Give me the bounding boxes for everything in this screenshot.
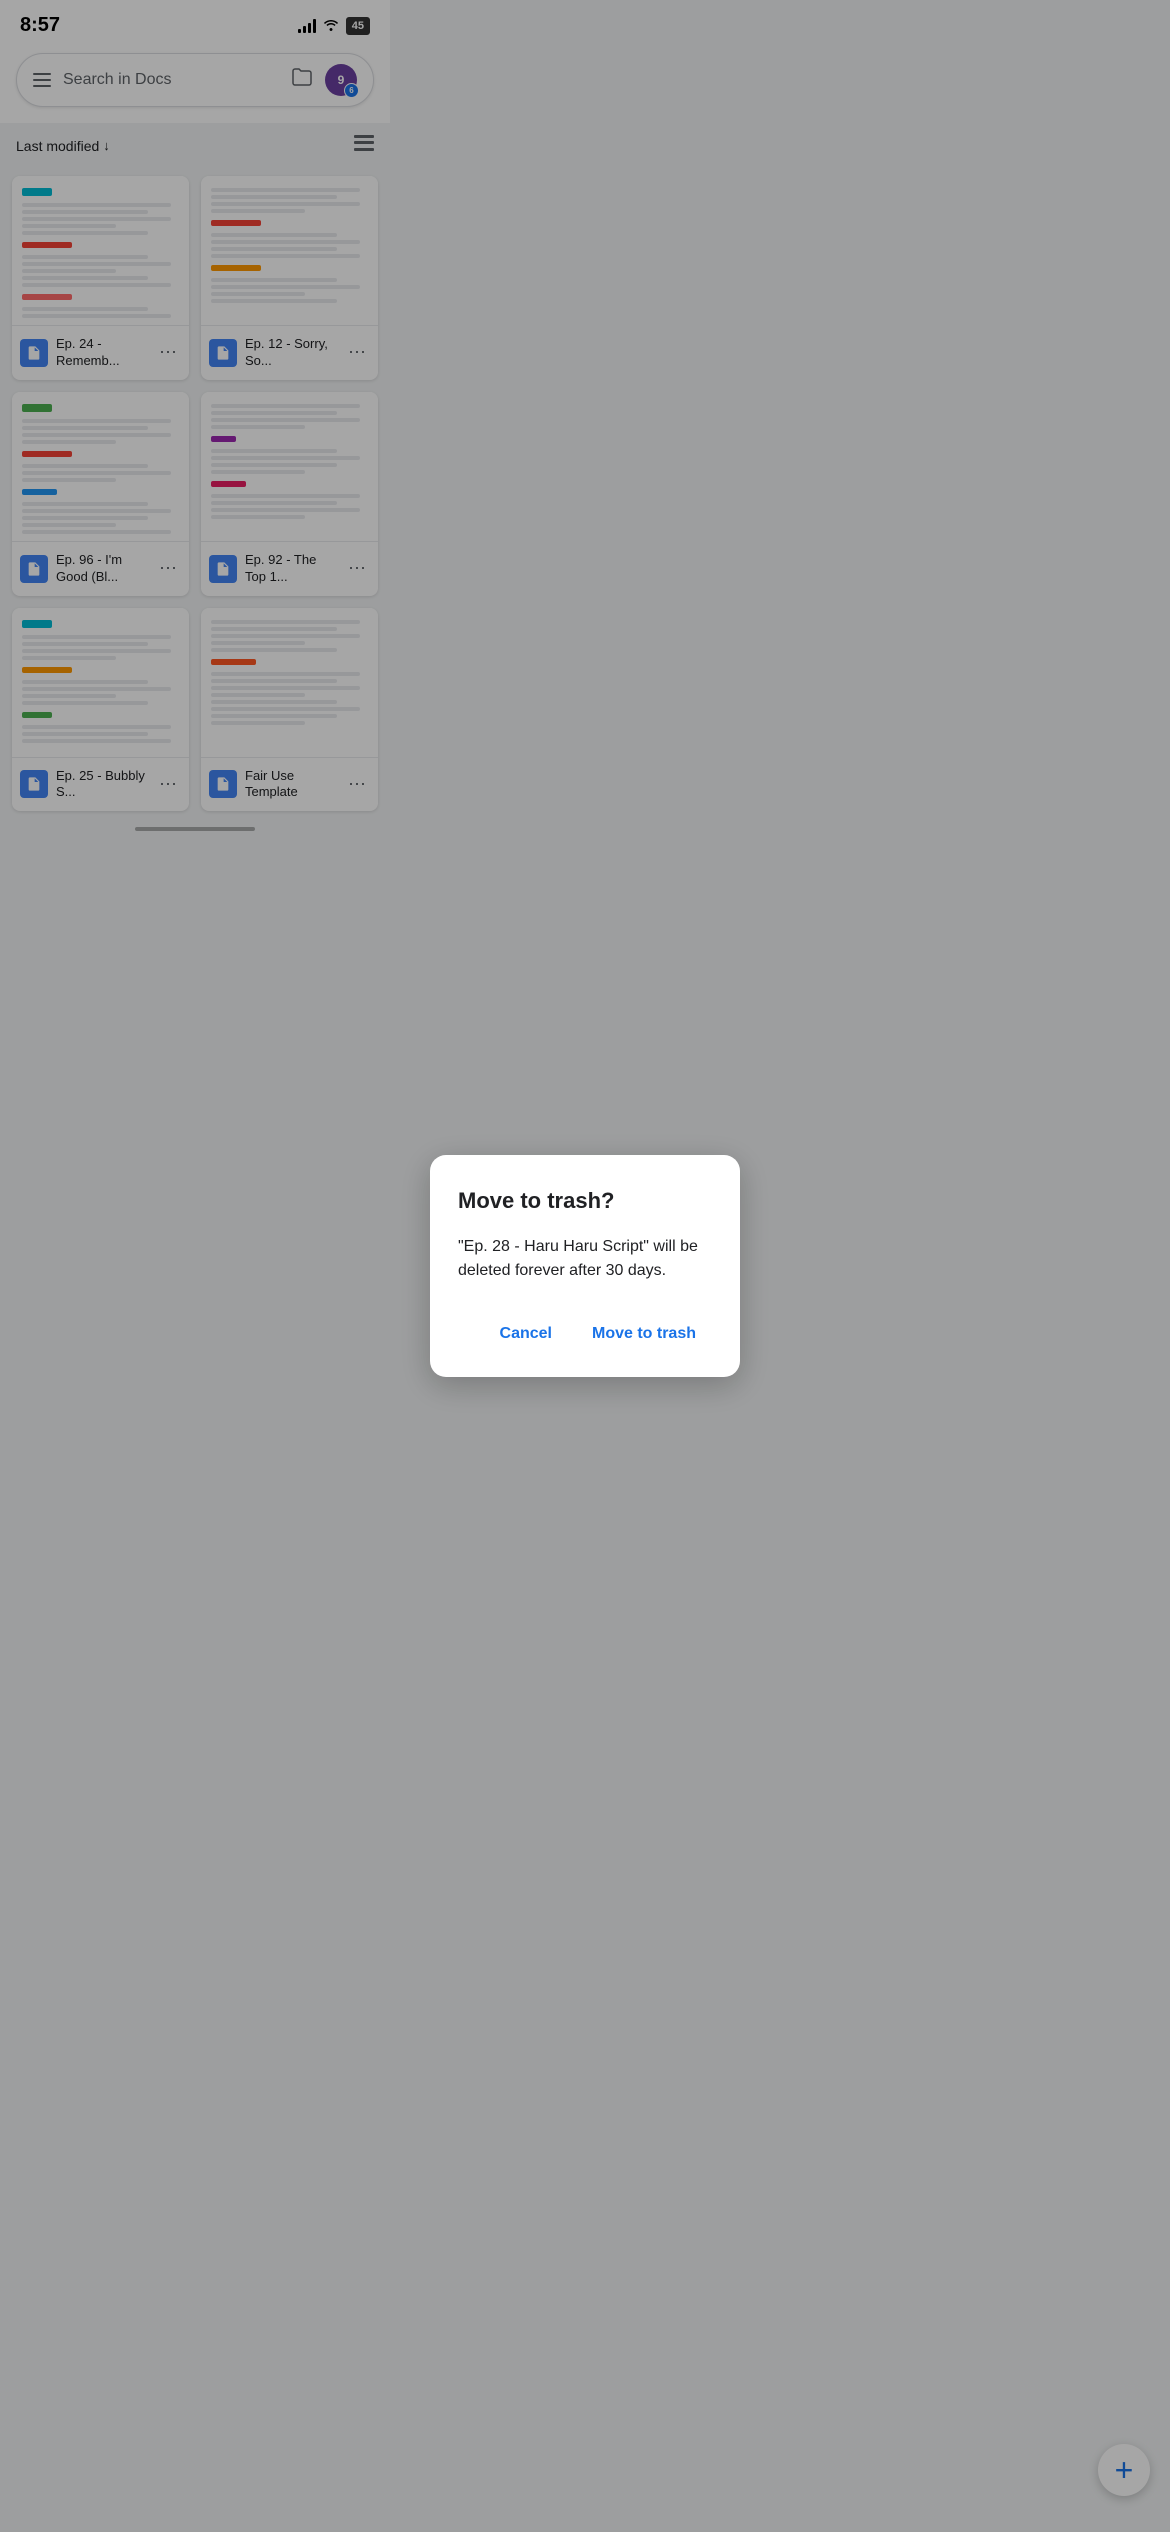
cancel-button[interactable]: Cancel bbox=[484, 1315, 568, 1353]
dialog-body: "Ep. 28 - Haru Haru Script" will be dele… bbox=[458, 1235, 712, 1283]
dialog-buttons: Cancel Move to trash bbox=[458, 1315, 712, 1353]
dialog-overlay[interactable]: Move to trash? "Ep. 28 - Haru Haru Scrip… bbox=[0, 0, 1170, 2532]
move-to-trash-dialog: Move to trash? "Ep. 28 - Haru Haru Scrip… bbox=[430, 1155, 740, 1378]
move-to-trash-button[interactable]: Move to trash bbox=[576, 1315, 712, 1353]
dialog-title: Move to trash? bbox=[458, 1187, 712, 1216]
